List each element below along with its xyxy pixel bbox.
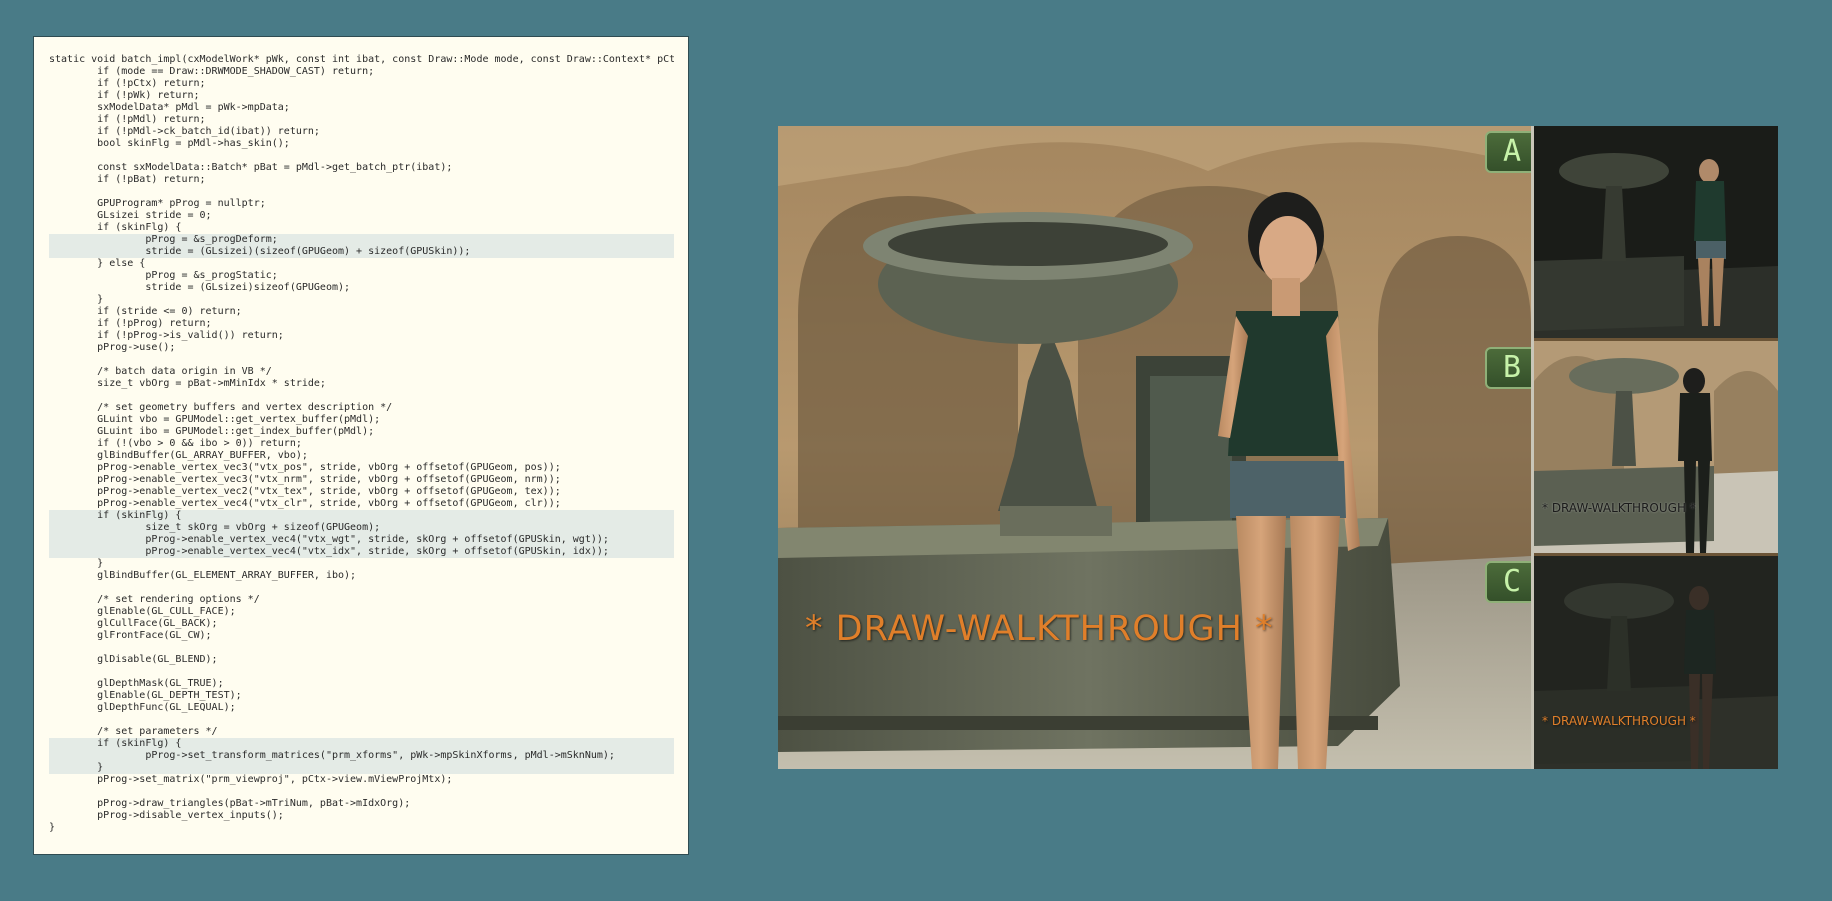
code-line: const sxModelData::Batch* pBat = pMdl->g… bbox=[49, 162, 453, 173]
thumbnail-a-image bbox=[1534, 126, 1778, 338]
code-line: glDepthMask(GL_TRUE); bbox=[49, 678, 224, 689]
code-panel: static void batch_impl(cxModelWork* pWk,… bbox=[33, 36, 689, 855]
code-line: /* set geometry buffers and vertex descr… bbox=[49, 402, 393, 413]
code-line: pProg->set_matrix("prm_viewproj", pCtx->… bbox=[49, 774, 453, 785]
code-line: if (skinFlg) { bbox=[49, 510, 674, 522]
code-line: if (skinFlg) { bbox=[49, 222, 182, 233]
code-line: /* batch data origin in VB */ bbox=[49, 366, 272, 377]
thumbnail-b-image bbox=[1534, 341, 1778, 553]
code-line: glBindBuffer(GL_ARRAY_BUFFER, vbo); bbox=[49, 450, 308, 461]
code-line: pProg->enable_vertex_vec4("vtx_clr", str… bbox=[49, 498, 561, 509]
badge-a: A bbox=[1485, 131, 1531, 173]
badge-b: B bbox=[1485, 347, 1531, 389]
code-line: glBindBuffer(GL_ELEMENT_ARRAY_BUFFER, ib… bbox=[49, 570, 357, 581]
thumbnail-strip: * DRAW-WALKTHROUGH * * DRAW-WALKTHROUGH … bbox=[1534, 126, 1778, 769]
code-line: if (!pMdl) return; bbox=[49, 114, 206, 125]
code-line: } bbox=[49, 294, 104, 305]
code-listing: static void batch_impl(cxModelWork* pWk,… bbox=[49, 54, 674, 834]
thumbnail-a bbox=[1534, 126, 1778, 338]
code-line: pProg = &s_progDeform; bbox=[49, 234, 674, 246]
code-line: sxModelData* pMdl = pWk->mpData; bbox=[49, 102, 290, 113]
thumbnail-c-image bbox=[1534, 556, 1778, 769]
code-line: pProg->enable_vertex_vec3("vtx_pos", str… bbox=[49, 462, 561, 473]
code-line: glFrontFace(GL_CW); bbox=[49, 630, 212, 641]
code-line: size_t skOrg = vbOrg + sizeof(GPUGeom); bbox=[49, 522, 674, 534]
code-line: glDepthFunc(GL_LEQUAL); bbox=[49, 702, 236, 713]
code-line: } bbox=[49, 762, 674, 774]
code-line: if (!pProg->is_valid()) return; bbox=[49, 330, 284, 341]
code-line: pProg->disable_vertex_inputs(); bbox=[49, 810, 284, 821]
code-line: if (!(vbo > 0 && ibo > 0)) return; bbox=[49, 438, 302, 449]
code-line: pProg->enable_vertex_vec2("vtx_tex", str… bbox=[49, 486, 561, 497]
courtyard-scene-image bbox=[778, 126, 1531, 769]
code-line: stride = (GLsizei)(sizeof(GPUGeom) + siz… bbox=[49, 246, 674, 258]
code-line: pProg->enable_vertex_vec3("vtx_nrm", str… bbox=[49, 474, 561, 485]
badge-c: C bbox=[1485, 561, 1531, 603]
code-line: /* set rendering options */ bbox=[49, 594, 260, 605]
code-line: } bbox=[49, 558, 104, 569]
code-line: if (skinFlg) { bbox=[49, 738, 674, 750]
code-line: stride = (GLsizei)sizeof(GPUGeom); bbox=[49, 282, 351, 293]
render-preview: * DRAW-WALKTHROUGH * A B C * DRAW-WALKTH… bbox=[778, 126, 1778, 769]
watermark-main: * DRAW-WALKTHROUGH * bbox=[805, 609, 1274, 649]
code-line: pProg->draw_triangles(pBat->mTriNum, pBa… bbox=[49, 798, 411, 809]
code-line: static void batch_impl(cxModelWork* pWk,… bbox=[49, 54, 674, 65]
thumbnail-b: * DRAW-WALKTHROUGH * bbox=[1534, 341, 1778, 553]
code-line: GLuint ibo = GPUModel::get_index_buffer(… bbox=[49, 426, 375, 437]
code-line: if (stride <= 0) return; bbox=[49, 306, 242, 317]
code-line: GLsizei stride = 0; bbox=[49, 210, 212, 221]
code-line: GLuint vbo = GPUModel::get_vertex_buffer… bbox=[49, 414, 381, 425]
code-line: pProg->use(); bbox=[49, 342, 176, 353]
code-line: pProg->enable_vertex_vec4("vtx_idx", str… bbox=[49, 546, 674, 558]
thumbnail-c: * DRAW-WALKTHROUGH * bbox=[1534, 556, 1778, 769]
code-line: glEnable(GL_CULL_FACE); bbox=[49, 606, 236, 617]
code-line: } bbox=[49, 822, 56, 833]
code-line: pProg->set_transform_matrices("prm_xform… bbox=[49, 750, 674, 762]
code-line: glEnable(GL_DEPTH_TEST); bbox=[49, 690, 242, 701]
code-line: glCullFace(GL_BACK); bbox=[49, 618, 218, 629]
code-line: if (!pBat) return; bbox=[49, 174, 206, 185]
watermark-thumbnail-c: * DRAW-WALKTHROUGH * bbox=[1542, 714, 1696, 728]
code-line: if (!pMdl->ck_batch_id(ibat)) return; bbox=[49, 126, 320, 137]
main-render-view: * DRAW-WALKTHROUGH * A B C bbox=[778, 126, 1531, 769]
code-line: bool skinFlg = pMdl->has_skin(); bbox=[49, 138, 290, 149]
code-line: if (mode == Draw::DRWMODE_SHADOW_CAST) r… bbox=[49, 66, 375, 77]
code-line: if (!pWk) return; bbox=[49, 90, 200, 101]
code-line: pProg = &s_progStatic; bbox=[49, 270, 278, 281]
watermark-thumbnail-b: * DRAW-WALKTHROUGH * bbox=[1542, 501, 1696, 515]
code-line: if (!pProg) return; bbox=[49, 318, 212, 329]
code-line: /* set parameters */ bbox=[49, 726, 218, 737]
code-line: glDisable(GL_BLEND); bbox=[49, 654, 218, 665]
code-line: GPUProgram* pProg = nullptr; bbox=[49, 198, 266, 209]
code-line: if (!pCtx) return; bbox=[49, 78, 206, 89]
code-line: pProg->enable_vertex_vec4("vtx_wgt", str… bbox=[49, 534, 674, 546]
code-line: } else { bbox=[49, 258, 146, 269]
code-line: size_t vbOrg = pBat->mMinIdx * stride; bbox=[49, 378, 326, 389]
